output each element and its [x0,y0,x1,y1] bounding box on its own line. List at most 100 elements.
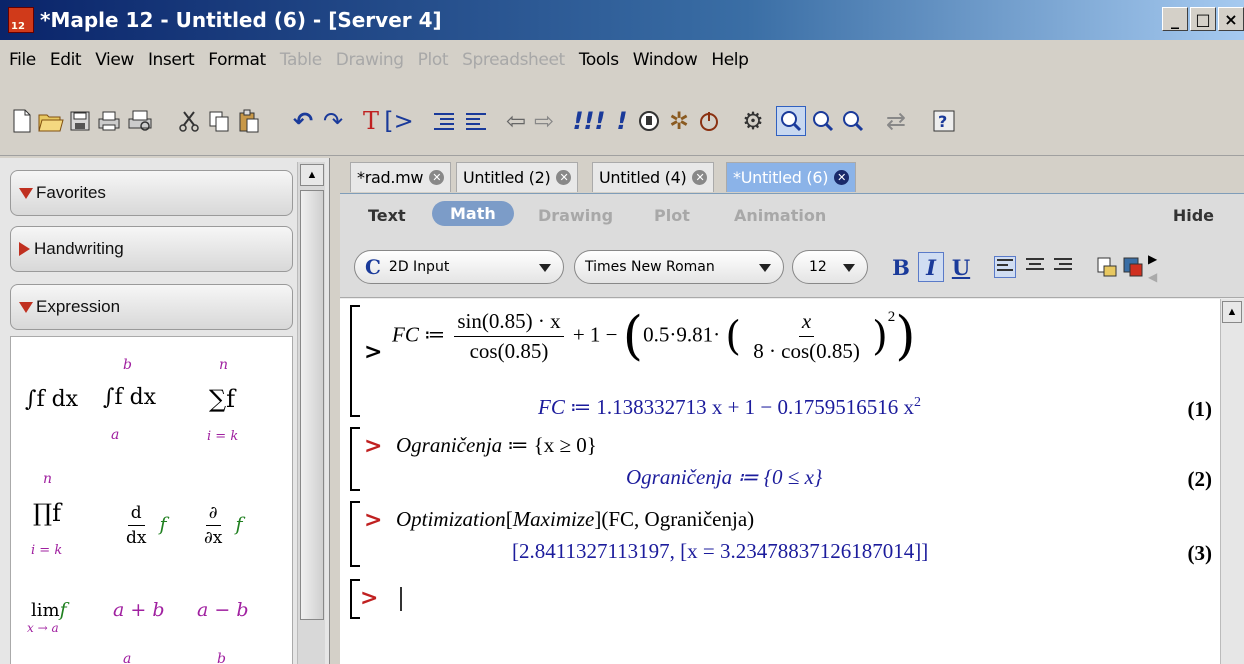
align-center-icon[interactable] [1024,256,1046,278]
maple-app-icon[interactable] [8,7,34,33]
minimize-button[interactable]: _ [1162,7,1188,31]
scroll-up-arrow-icon[interactable]: ▲ [1222,301,1242,323]
zoom-in-icon[interactable] [810,106,836,136]
ctx-hide-button[interactable]: Hide [1173,206,1214,225]
palette-product[interactable]: n ∏f i = k [31,471,62,558]
print-preview-icon[interactable] [126,106,154,136]
outdent-icon[interactable] [462,106,490,136]
palette-minus[interactable]: a − b [197,599,249,621]
math-input-1[interactable]: FC ≔ sin(0.85) · x cos(0.85) + 1 − (0.5·9… [392,309,916,364]
paste-icon[interactable] [236,106,262,136]
palette-handwriting[interactable]: Handwriting [10,226,293,272]
close-button[interactable]: × [1218,7,1244,31]
scroll-thumb[interactable] [300,190,324,620]
cut-icon[interactable] [176,106,202,136]
palette-favorites[interactable]: Favorites [10,170,293,216]
text-color-icon[interactable] [1096,256,1118,278]
tab-close-icon[interactable]: ✕ [834,170,850,185]
math-input-3[interactable]: Optimization[Maximize](FC, Ograničenja) [396,507,754,532]
align-right-icon[interactable] [1052,256,1074,278]
menu-table[interactable]: Table [280,50,322,70]
tab-rad-mw[interactable]: *rad.mw ✕ [350,162,452,192]
tab-close-icon[interactable]: ✕ [556,170,572,185]
palette-expression[interactable]: Expression [10,284,293,330]
highlight-color-icon[interactable] [1122,256,1144,278]
align-left-icon[interactable] [994,256,1016,278]
print-icon[interactable] [96,106,122,136]
tab-untitled-6[interactable]: *Untitled (6) ✕ [726,162,857,192]
menu-drawing[interactable]: Drawing [336,50,404,70]
tab-untitled-4[interactable]: Untitled (4) ✕ [592,162,715,192]
palette-definite-integral[interactable]: b ∫f dx a [103,357,156,443]
menu-view[interactable]: View [95,50,134,70]
underline-button[interactable]: U [948,252,974,282]
undo-icon[interactable]: ↶ [290,106,316,136]
ctx-plot-button[interactable]: Plot [654,206,690,225]
copy-icon[interactable] [206,106,232,136]
math-input-2[interactable]: Ograničenja ≔ {x ≥ 0} [396,433,597,458]
context-bar: Text Math Drawing Plot Animation Hide [340,194,1244,238]
input-mode-select[interactable]: C 2D Input [354,250,564,284]
text-mode-icon[interactable]: T [358,106,384,136]
redo-icon[interactable]: ↷ [320,106,346,136]
menu-plot[interactable]: Plot [418,50,449,70]
ctx-text-button[interactable]: Text [368,206,406,225]
tab-close-icon[interactable]: ✕ [429,170,445,185]
ctx-math-button[interactable]: Math [432,201,514,226]
italic-button[interactable]: I [918,252,944,282]
toolbar-less-icon[interactable]: ◀ [1148,270,1157,284]
menu-help[interactable]: Help [711,50,749,70]
save-icon[interactable] [68,106,92,136]
palette-plus[interactable]: a + b [113,599,165,621]
worksheet[interactable]: > FC ≔ sin(0.85) · x cos(0.85) + 1 − (0.5… [340,299,1244,664]
toolbar-more-icon[interactable]: ▶ [1148,252,1157,266]
menu-window[interactable]: Window [633,50,698,70]
open-folder-icon[interactable] [38,106,64,136]
title-bar: *Maple 12 - Untitled (6) - [Server 4] _ … [0,0,1244,40]
back-icon[interactable]: ⇦ [504,106,528,136]
prompt-4: > [360,585,379,611]
bold-button[interactable]: B [888,252,914,282]
execute-icon[interactable]: ! [612,106,632,136]
font-family-label: Times New Roman [585,259,715,275]
zoom-out-icon[interactable] [840,106,866,136]
worksheet-scrollbar[interactable]: ▲ [1220,299,1244,664]
zoom-100-icon[interactable] [776,106,806,136]
execute-all-icon[interactable]: !!! [572,106,606,136]
palette-limit[interactable]: limf x → a [27,599,67,635]
menu-tools[interactable]: Tools [579,50,619,70]
window-title: *Maple 12 - Untitled (6) - [Server 4] [40,8,442,32]
restart-icon[interactable] [696,106,722,136]
scroll-up-arrow-icon[interactable]: ▲ [300,164,324,186]
main-toolbar: ↶ ↷ T [> ⇦ ⇨ !!! ! ✲ ⚙ ⇄ ? [0,80,1244,156]
execution-group-1-bracket [350,305,360,417]
menu-edit[interactable]: Edit [50,50,82,70]
ctx-animation-button[interactable]: Animation [734,206,826,225]
palette-sum[interactable]: n ∑f i = k [207,357,238,444]
toggle-input-icon[interactable]: ⇄ [884,106,908,136]
maximize-button[interactable]: □ [1190,7,1216,31]
indent-icon[interactable] [430,106,458,136]
font-size-select[interactable]: 12 [792,250,868,284]
execution-group-icon[interactable]: [> [384,106,413,136]
menu-format[interactable]: Format [208,50,266,70]
help-icon[interactable]: ? [930,106,958,136]
palette-partial-derivative[interactable]: ∂ ∂x f [197,503,242,548]
ctx-drawing-button[interactable]: Drawing [538,206,613,225]
forward-icon[interactable]: ⇨ [532,106,556,136]
tab-close-icon[interactable]: ✕ [692,170,708,185]
menu-insert[interactable]: Insert [148,50,195,70]
font-family-select[interactable]: Times New Roman [574,250,784,284]
new-file-icon[interactable] [10,106,34,136]
tab-untitled-2[interactable]: Untitled (2) ✕ [456,162,579,192]
palette-integral[interactable]: ∫f dx [25,387,78,412]
debug-bug-icon[interactable]: ✲ [666,106,692,136]
menu-spreadsheet[interactable]: Spreadsheet [462,50,565,70]
palette-derivative[interactable]: d dx f [119,503,167,548]
palette-scrollbar[interactable]: ▲ [297,162,325,664]
gear-icon[interactable]: ⚙ [740,106,766,136]
menu-file[interactable]: File [9,50,36,70]
stop-hand-icon[interactable] [636,106,662,136]
prompt-2: > [364,433,383,459]
palettes-sidebar: Favorites Handwriting Expression ∫f dx b… [0,158,330,664]
